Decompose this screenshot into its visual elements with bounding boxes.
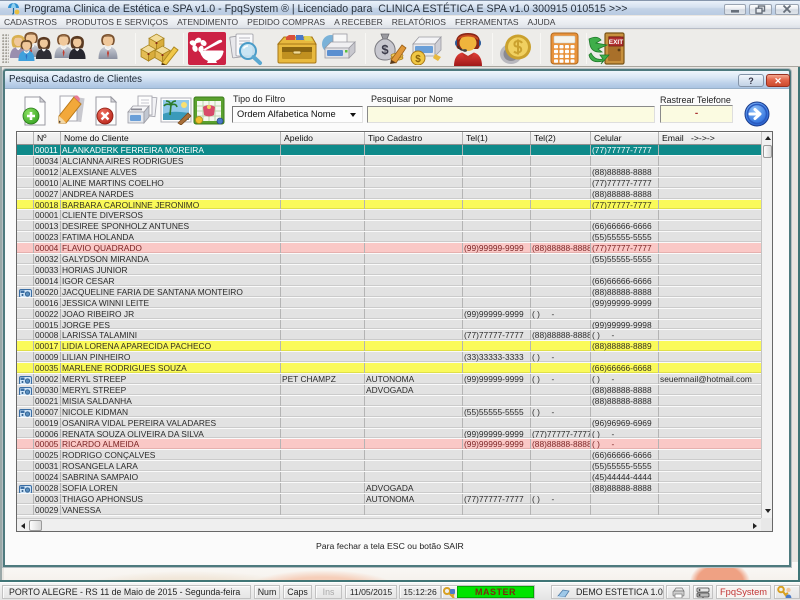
svg-text:EXIT: EXIT [609, 39, 623, 46]
svg-text:$: $ [415, 54, 421, 65]
svg-text:$: $ [381, 42, 389, 57]
